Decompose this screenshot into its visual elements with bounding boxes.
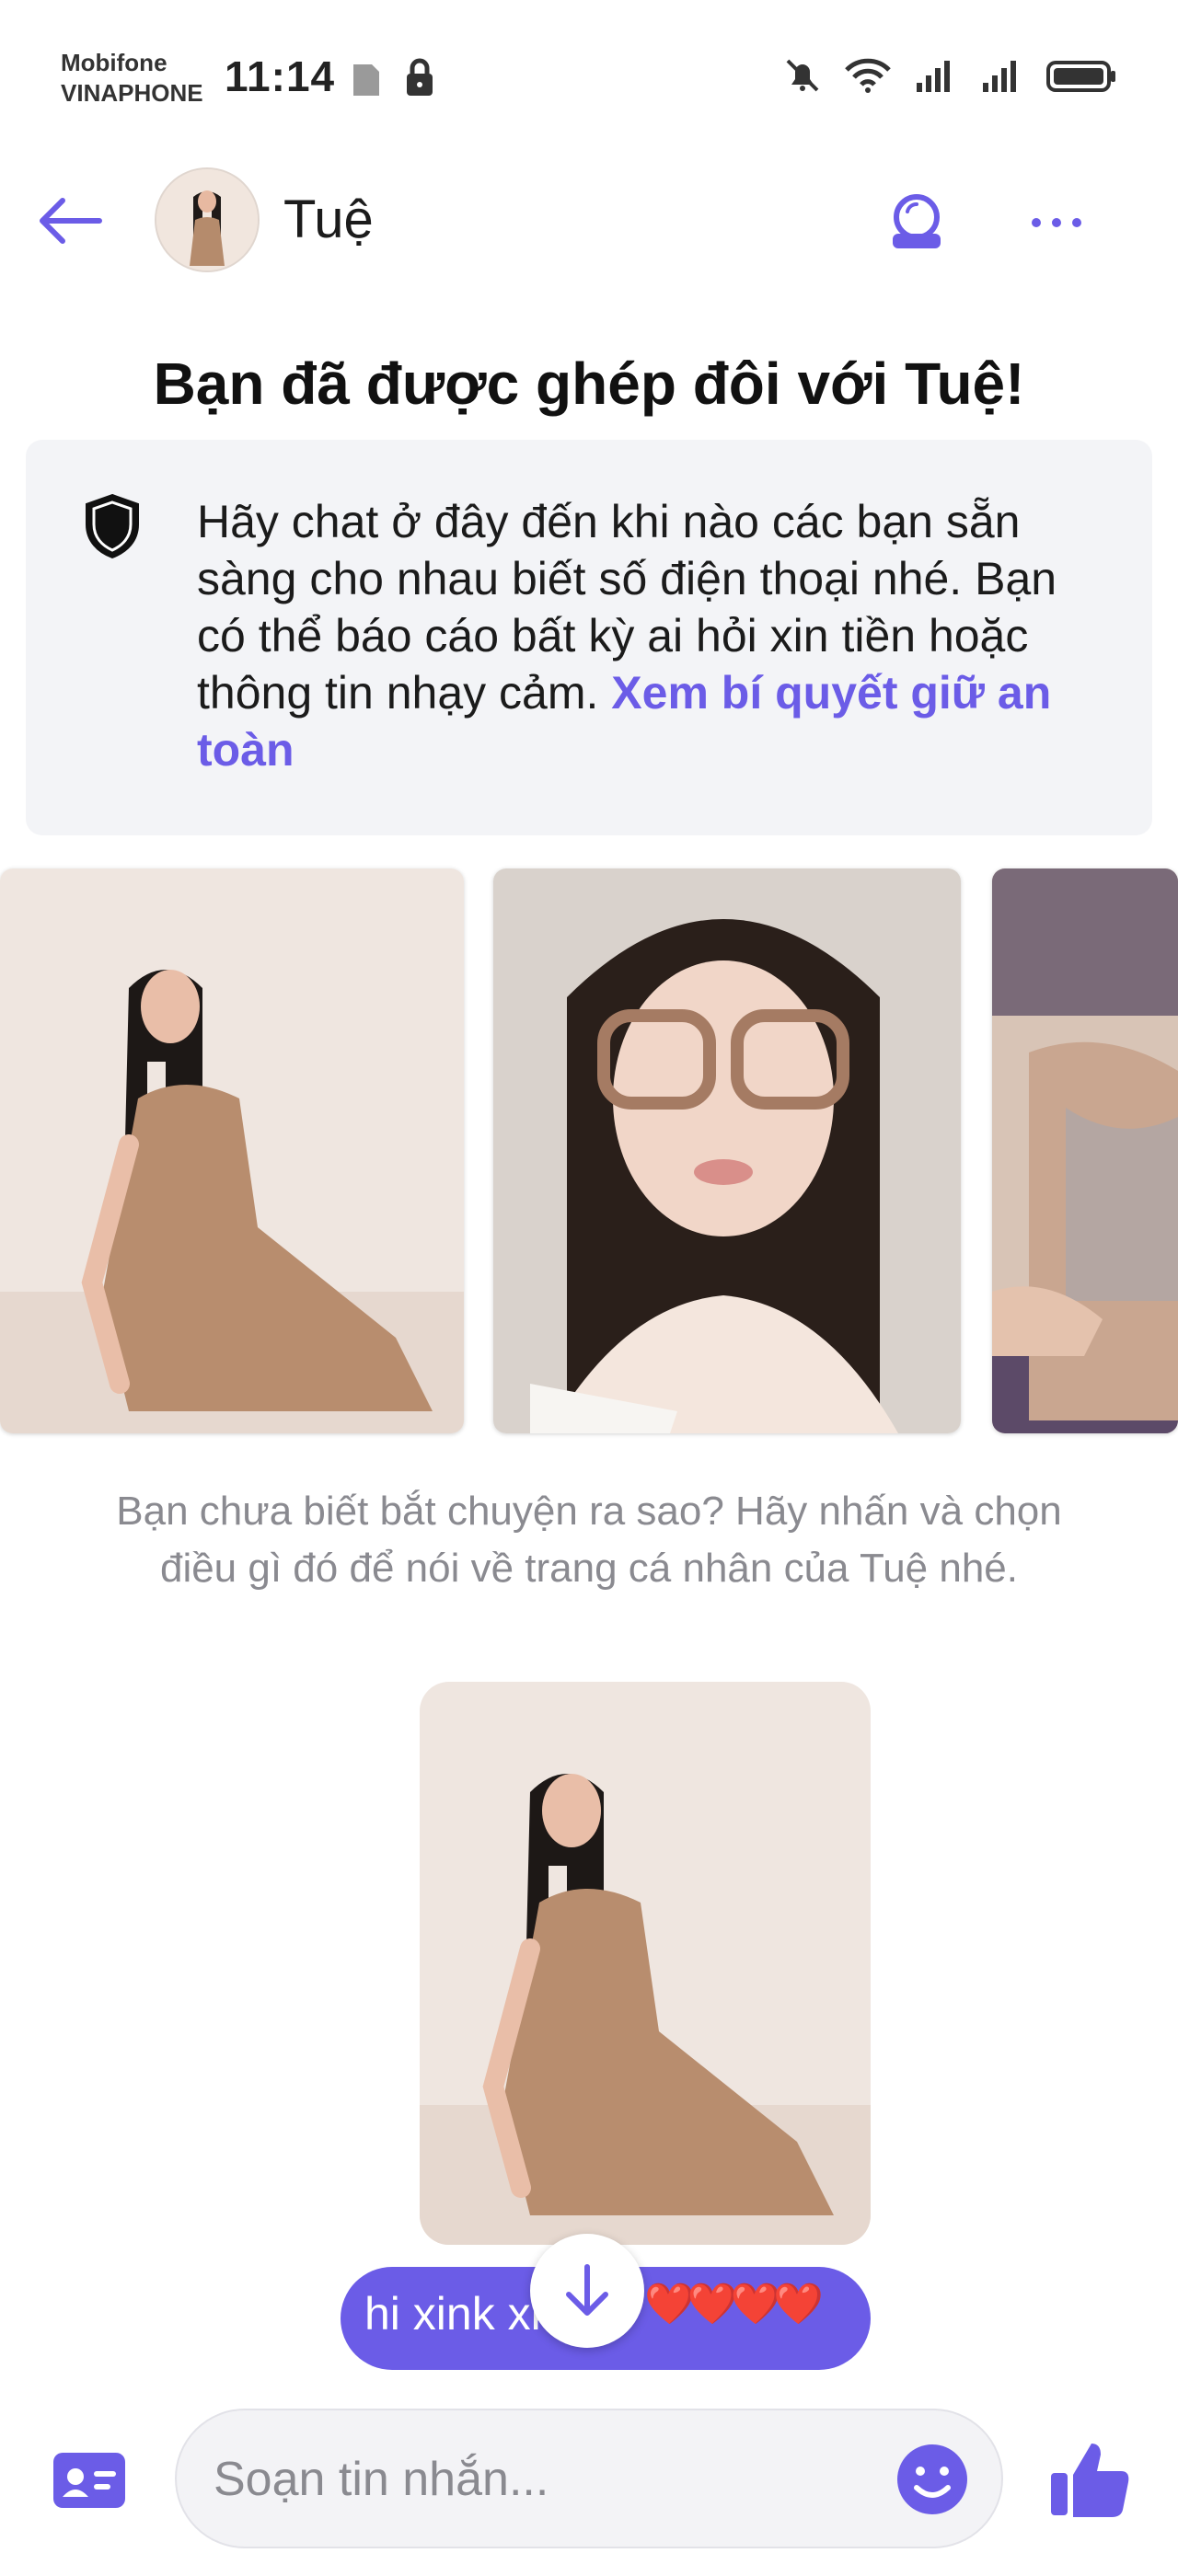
date-mode-icon[interactable]	[880, 186, 953, 259]
sim-icon	[348, 59, 385, 104]
profile-photo-3[interactable]	[992, 868, 1178, 1433]
id-card-icon	[53, 2453, 125, 2508]
emoji-button[interactable]	[893, 2440, 972, 2519]
carrier-2: VINAPHONE	[61, 79, 203, 107]
thumbs-up-icon	[1051, 2444, 1129, 2517]
status-time: 11:14	[225, 52, 336, 100]
wifi-icon	[845, 58, 891, 93]
signal-icon	[983, 61, 1016, 92]
profile-photo-2[interactable]	[493, 868, 961, 1433]
battery-icon	[1046, 61, 1115, 92]
more-options-button[interactable]	[1020, 186, 1093, 259]
lock-icon	[403, 57, 436, 102]
message-text: hi xink xk	[364, 2288, 554, 2340]
message-input[interactable]	[212, 2442, 860, 2517]
conversation-hint: Bạn chưa biết bắt chuyện ra sao? Hãy nhấ…	[116, 1489, 1062, 1591]
more-icon	[1032, 218, 1081, 227]
carrier-1: Mobifone	[61, 49, 167, 76]
shared-photo-message[interactable]	[420, 1682, 871, 2245]
scroll-to-bottom-button[interactable]	[530, 2234, 644, 2348]
match-title: Bạn đã được ghép đôi với Tuệ!	[153, 351, 1025, 417]
profile-photo-1[interactable]	[0, 868, 464, 1433]
message-hearts: ❤️❤️❤️❤️	[644, 2282, 824, 2327]
back-arrow-icon	[40, 198, 102, 244]
avatar[interactable]	[155, 167, 260, 272]
safety-message: Hãy chat ở đây đến khi nào các bạn sẵn s…	[197, 493, 1099, 778]
contact-name[interactable]: Tuệ	[283, 189, 374, 250]
status-icons	[782, 55, 1119, 96]
profile-card-button[interactable]	[50, 2447, 129, 2513]
back-button[interactable]	[33, 184, 107, 258]
shield-icon	[81, 491, 144, 566]
signal-icon	[917, 61, 950, 92]
carrier-labels: Mobifone VINAPHONE	[61, 48, 203, 109]
like-button[interactable]	[1045, 2434, 1134, 2523]
arrow-down-icon	[566, 2264, 608, 2316]
emoji-icon	[897, 2444, 967, 2514]
mute-bell-icon	[786, 59, 819, 92]
